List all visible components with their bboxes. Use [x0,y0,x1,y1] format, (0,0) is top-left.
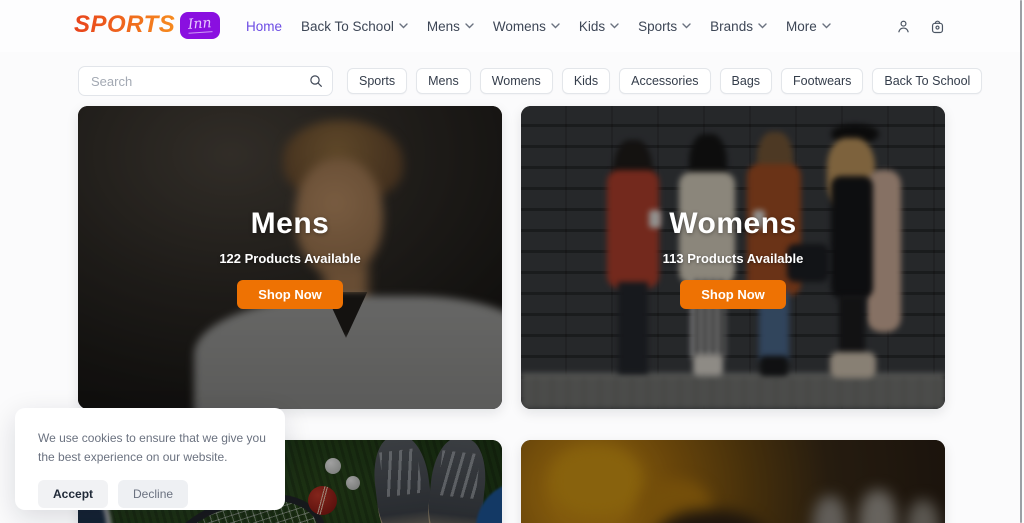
site-header: SPORTS Inn Home Back To School Mens [0,0,1024,52]
shop-now-button-womens[interactable]: Shop Now [680,280,786,309]
mens-card-content: Mens 122 Products Available Shop Now [78,106,502,409]
nav-item[interactable]: Mens [427,19,474,34]
nav-item[interactable]: Sports [638,19,691,34]
category-hero-row: Mens 122 Products Available Shop Now [78,106,945,409]
filter-chip[interactable]: Sports [347,68,407,94]
cookie-banner: We use cookies to ensure that we give yo… [15,408,285,510]
nav-item[interactable]: Back To School [301,19,408,34]
cookie-accept-button[interactable]: Accept [38,480,108,508]
brand-logo[interactable]: SPORTS Inn [74,11,220,39]
user-icon [895,18,912,35]
filter-chip[interactable]: Bags [720,68,773,94]
nav-item[interactable]: Womens [493,19,560,34]
filter-chip[interactable]: Accessories [619,68,710,94]
nav-item-label: Sports [638,19,677,34]
chevron-down-icon [551,23,560,29]
category-count-womens: 113 Products Available [663,251,804,266]
header-actions [893,0,947,52]
category-title-mens: Mens [251,207,330,241]
womens-card-content: Womens 113 Products Available Shop Now [521,106,945,409]
category-count-mens: 122 Products Available [219,251,360,266]
sports-inn-homepage: SPORTS Inn Home Back To School Mens [0,0,1024,523]
search-icon[interactable] [308,73,324,89]
chevron-down-icon [682,23,691,29]
nav-item-label: Kids [579,19,605,34]
photo-dark-overlay [521,440,945,523]
scrollbar-thumb[interactable] [1020,0,1022,523]
nav-item-label: Back To School [301,19,394,34]
chevron-down-icon [610,23,619,29]
nav-item-label: Mens [427,19,460,34]
filter-chip[interactable]: Back To School [872,68,982,94]
chevron-down-icon [822,23,831,29]
brand-name: SPORTS [74,11,175,39]
chevron-down-icon [758,23,767,29]
category-card-womens[interactable]: Womens 113 Products Available Shop Now [521,106,945,409]
brand-badge: Inn [180,12,220,39]
shop-now-button-mens[interactable]: Shop Now [237,280,343,309]
search-input[interactable] [78,66,333,96]
cart-button[interactable] [927,16,947,36]
cookie-decline-button[interactable]: Decline [118,480,188,508]
nav-item-label: Brands [710,19,753,34]
nav-item[interactable]: Kids [579,19,619,34]
nav-item[interactable]: Home [246,19,282,34]
nav-item[interactable]: More [786,19,831,34]
category-card-autumn[interactable] [521,440,945,523]
search-box [78,66,333,96]
cookie-actions: Accept Decline [38,480,263,508]
scrollbar[interactable] [1018,0,1024,523]
search-toolbar: Sports Mens Womens Kids Accessories Bags… [78,66,954,96]
category-title-womens: Womens [669,207,796,241]
filter-chip[interactable]: Womens [480,68,553,94]
filter-chip[interactable]: Mens [416,68,471,94]
account-button[interactable] [893,16,913,36]
cookie-message: We use cookies to ensure that we give yo… [38,429,266,467]
brand-badge-text: Inn [188,16,213,35]
shopping-bag-icon [929,18,946,35]
nav-item-label: More [786,19,817,34]
category-card-mens[interactable]: Mens 122 Products Available Shop Now [78,106,502,409]
nav-item-label: Womens [493,19,546,34]
nav-item-label: Home [246,19,282,34]
main-nav: Home Back To School Mens Womens [246,0,831,52]
chevron-down-icon [399,23,408,29]
filter-chips: Sports Mens Womens Kids Accessories Bags… [347,68,982,94]
filter-chip[interactable]: Footwears [781,68,863,94]
filter-chip[interactable]: Kids [562,68,610,94]
chevron-down-icon [465,23,474,29]
nav-item[interactable]: Brands [710,19,767,34]
